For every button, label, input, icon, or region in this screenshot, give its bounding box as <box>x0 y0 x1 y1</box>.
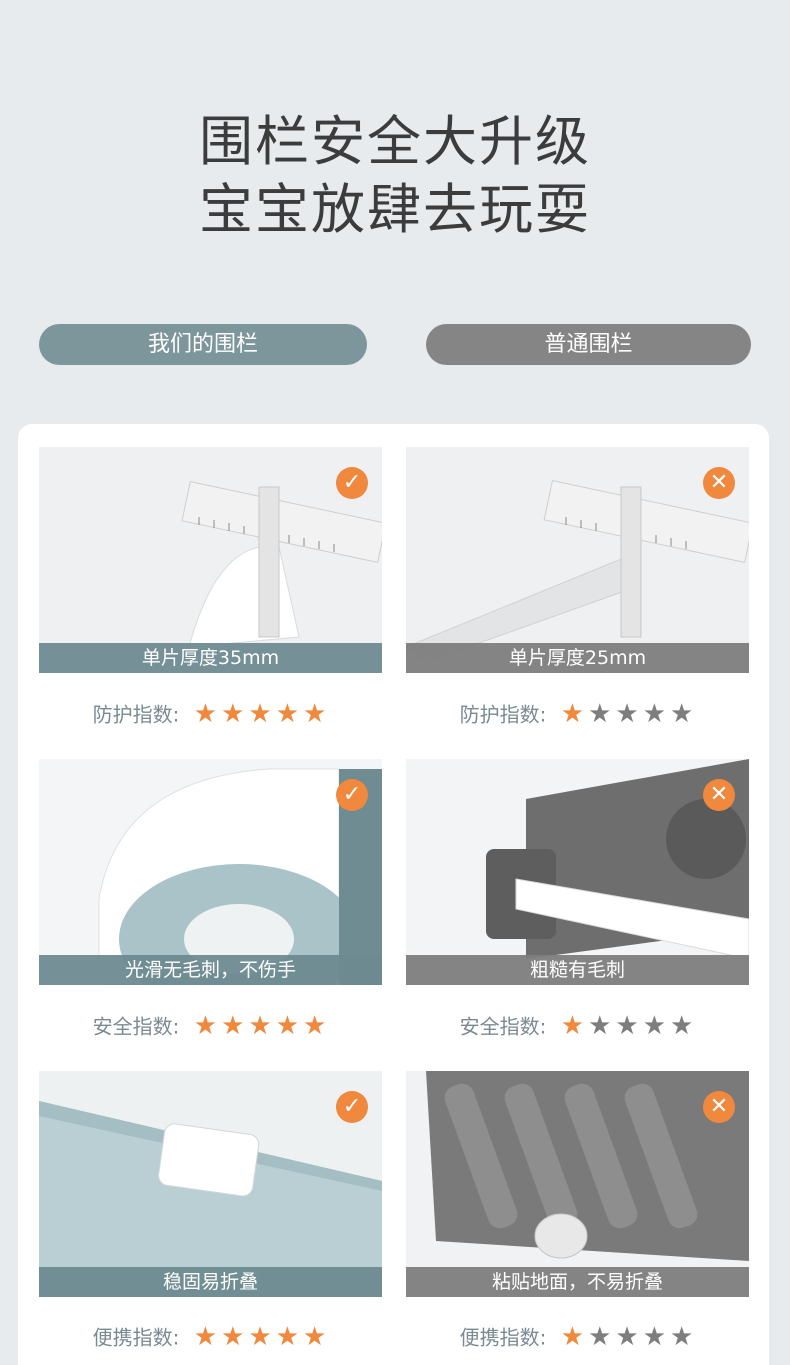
headline: 围栏安全大升级 宝宝放肆去玩耍 <box>0 108 790 244</box>
star-filled-icon: ★ <box>193 699 218 729</box>
rating-ours-row-3: 便携指数: ★ ★ ★ ★ ★ <box>39 1321 382 1353</box>
star-rating: ★ ★ ★ ★ ★ <box>559 1011 696 1042</box>
photo-normal-thickness: ✕ 单片厚度25mm <box>406 447 749 673</box>
caption-ours-row-2: 光滑无毛刺，不伤手 <box>39 955 382 985</box>
star-filled-icon: ★ <box>193 1011 218 1041</box>
rough-edge-illustration <box>406 759 749 985</box>
rating-label: 便携指数: <box>459 1325 547 1350</box>
caption-normal-row-2: 粗糙有毛刺 <box>406 955 749 985</box>
foldable-base-illustration <box>39 1071 382 1297</box>
star-filled-icon: ★ <box>275 1322 300 1352</box>
star-filled-icon: ★ <box>275 699 300 729</box>
photo-normal-rough: ✕ 粗糙有毛刺 <box>406 759 749 985</box>
star-filled-icon: ★ <box>275 1011 300 1041</box>
caption-ours-row-3: 稳固易折叠 <box>39 1267 382 1297</box>
star-filled-icon: ★ <box>560 1011 585 1041</box>
star-empty-icon: ★ <box>615 1011 639 1041</box>
star-filled-icon: ★ <box>303 1322 327 1352</box>
star-filled-icon: ★ <box>303 699 327 729</box>
smooth-edge-illustration <box>39 759 382 985</box>
star-filled-icon: ★ <box>303 1011 327 1041</box>
star-empty-icon: ★ <box>670 1011 694 1041</box>
star-empty-icon: ★ <box>642 1011 667 1041</box>
star-rating: ★ ★ ★ ★ ★ <box>192 1011 329 1042</box>
star-filled-icon: ★ <box>221 1011 245 1041</box>
rating-label: 防护指数: <box>459 702 547 727</box>
rating-normal-row-3: 便携指数: ★ ★ ★ ★ ★ <box>406 1321 749 1353</box>
star-empty-icon: ★ <box>615 1322 639 1352</box>
rating-label: 防护指数: <box>92 702 180 727</box>
caliper-thin-panel-illustration <box>406 447 749 673</box>
star-empty-icon: ★ <box>615 699 639 729</box>
star-filled-icon: ★ <box>248 1011 272 1041</box>
star-rating: ★ ★ ★ ★ ★ <box>192 1322 329 1353</box>
glued-base-illustration <box>406 1071 749 1297</box>
photo-normal-glued: ✕ 粘贴地面，不易折叠 <box>406 1071 749 1297</box>
caption-normal-row-1: 单片厚度25mm <box>406 643 749 673</box>
star-rating: ★ ★ ★ ★ ★ <box>192 699 329 730</box>
headline-line-1: 围栏安全大升级 <box>199 110 591 173</box>
star-filled-icon: ★ <box>248 1322 272 1352</box>
star-rating: ★ ★ ★ ★ ★ <box>559 1322 696 1353</box>
rating-ours-row-1: 防护指数: ★ ★ ★ ★ ★ <box>39 698 382 730</box>
star-empty-icon: ★ <box>670 1322 694 1352</box>
rating-label: 安全指数: <box>459 1014 547 1039</box>
photo-ours-thickness: ✓ 单片厚度35mm <box>39 447 382 673</box>
check-badge: ✓ <box>336 779 368 811</box>
star-filled-icon: ★ <box>560 1322 585 1352</box>
column-label-normal: 普通围栏 <box>426 324 751 365</box>
cross-badge: ✕ <box>703 779 735 811</box>
star-rating: ★ ★ ★ ★ ★ <box>559 699 696 730</box>
check-badge: ✓ <box>336 467 368 499</box>
star-empty-icon: ★ <box>642 699 667 729</box>
caption-ours-row-1: 单片厚度35mm <box>39 643 382 673</box>
star-filled-icon: ★ <box>560 699 585 729</box>
cross-badge: ✕ <box>703 1091 735 1123</box>
star-empty-icon: ★ <box>588 699 612 729</box>
rating-normal-row-1: 防护指数: ★ ★ ★ ★ ★ <box>406 698 749 730</box>
star-empty-icon: ★ <box>588 1011 612 1041</box>
caption-normal-row-3: 粘贴地面，不易折叠 <box>406 1267 749 1297</box>
star-filled-icon: ★ <box>248 699 272 729</box>
rating-label: 安全指数: <box>92 1014 180 1039</box>
headline-line-2: 宝宝放肆去玩耍 <box>199 178 591 241</box>
check-badge: ✓ <box>336 1091 368 1123</box>
rating-normal-row-2: 安全指数: ★ ★ ★ ★ ★ <box>406 1010 749 1042</box>
star-empty-icon: ★ <box>588 1322 612 1352</box>
caliper-thick-panel-illustration <box>39 447 382 673</box>
photo-ours-smooth: ✓ 光滑无毛刺，不伤手 <box>39 759 382 985</box>
star-empty-icon: ★ <box>642 1322 667 1352</box>
star-filled-icon: ★ <box>193 1322 218 1352</box>
rating-ours-row-2: 安全指数: ★ ★ ★ ★ ★ <box>39 1010 382 1042</box>
star-filled-icon: ★ <box>221 699 245 729</box>
comparison-card: ✓ 单片厚度35mm ✕ 单片厚度25mm 防护指数: ★ ★ ★ ★ ★ 防护指数: … <box>18 424 769 1365</box>
rating-label: 便携指数: <box>92 1325 180 1350</box>
photo-ours-foldable: ✓ 稳固易折叠 <box>39 1071 382 1297</box>
column-label-ours: 我们的围栏 <box>39 324 367 365</box>
cross-badge: ✕ <box>703 467 735 499</box>
star-empty-icon: ★ <box>670 699 694 729</box>
star-filled-icon: ★ <box>221 1322 245 1352</box>
